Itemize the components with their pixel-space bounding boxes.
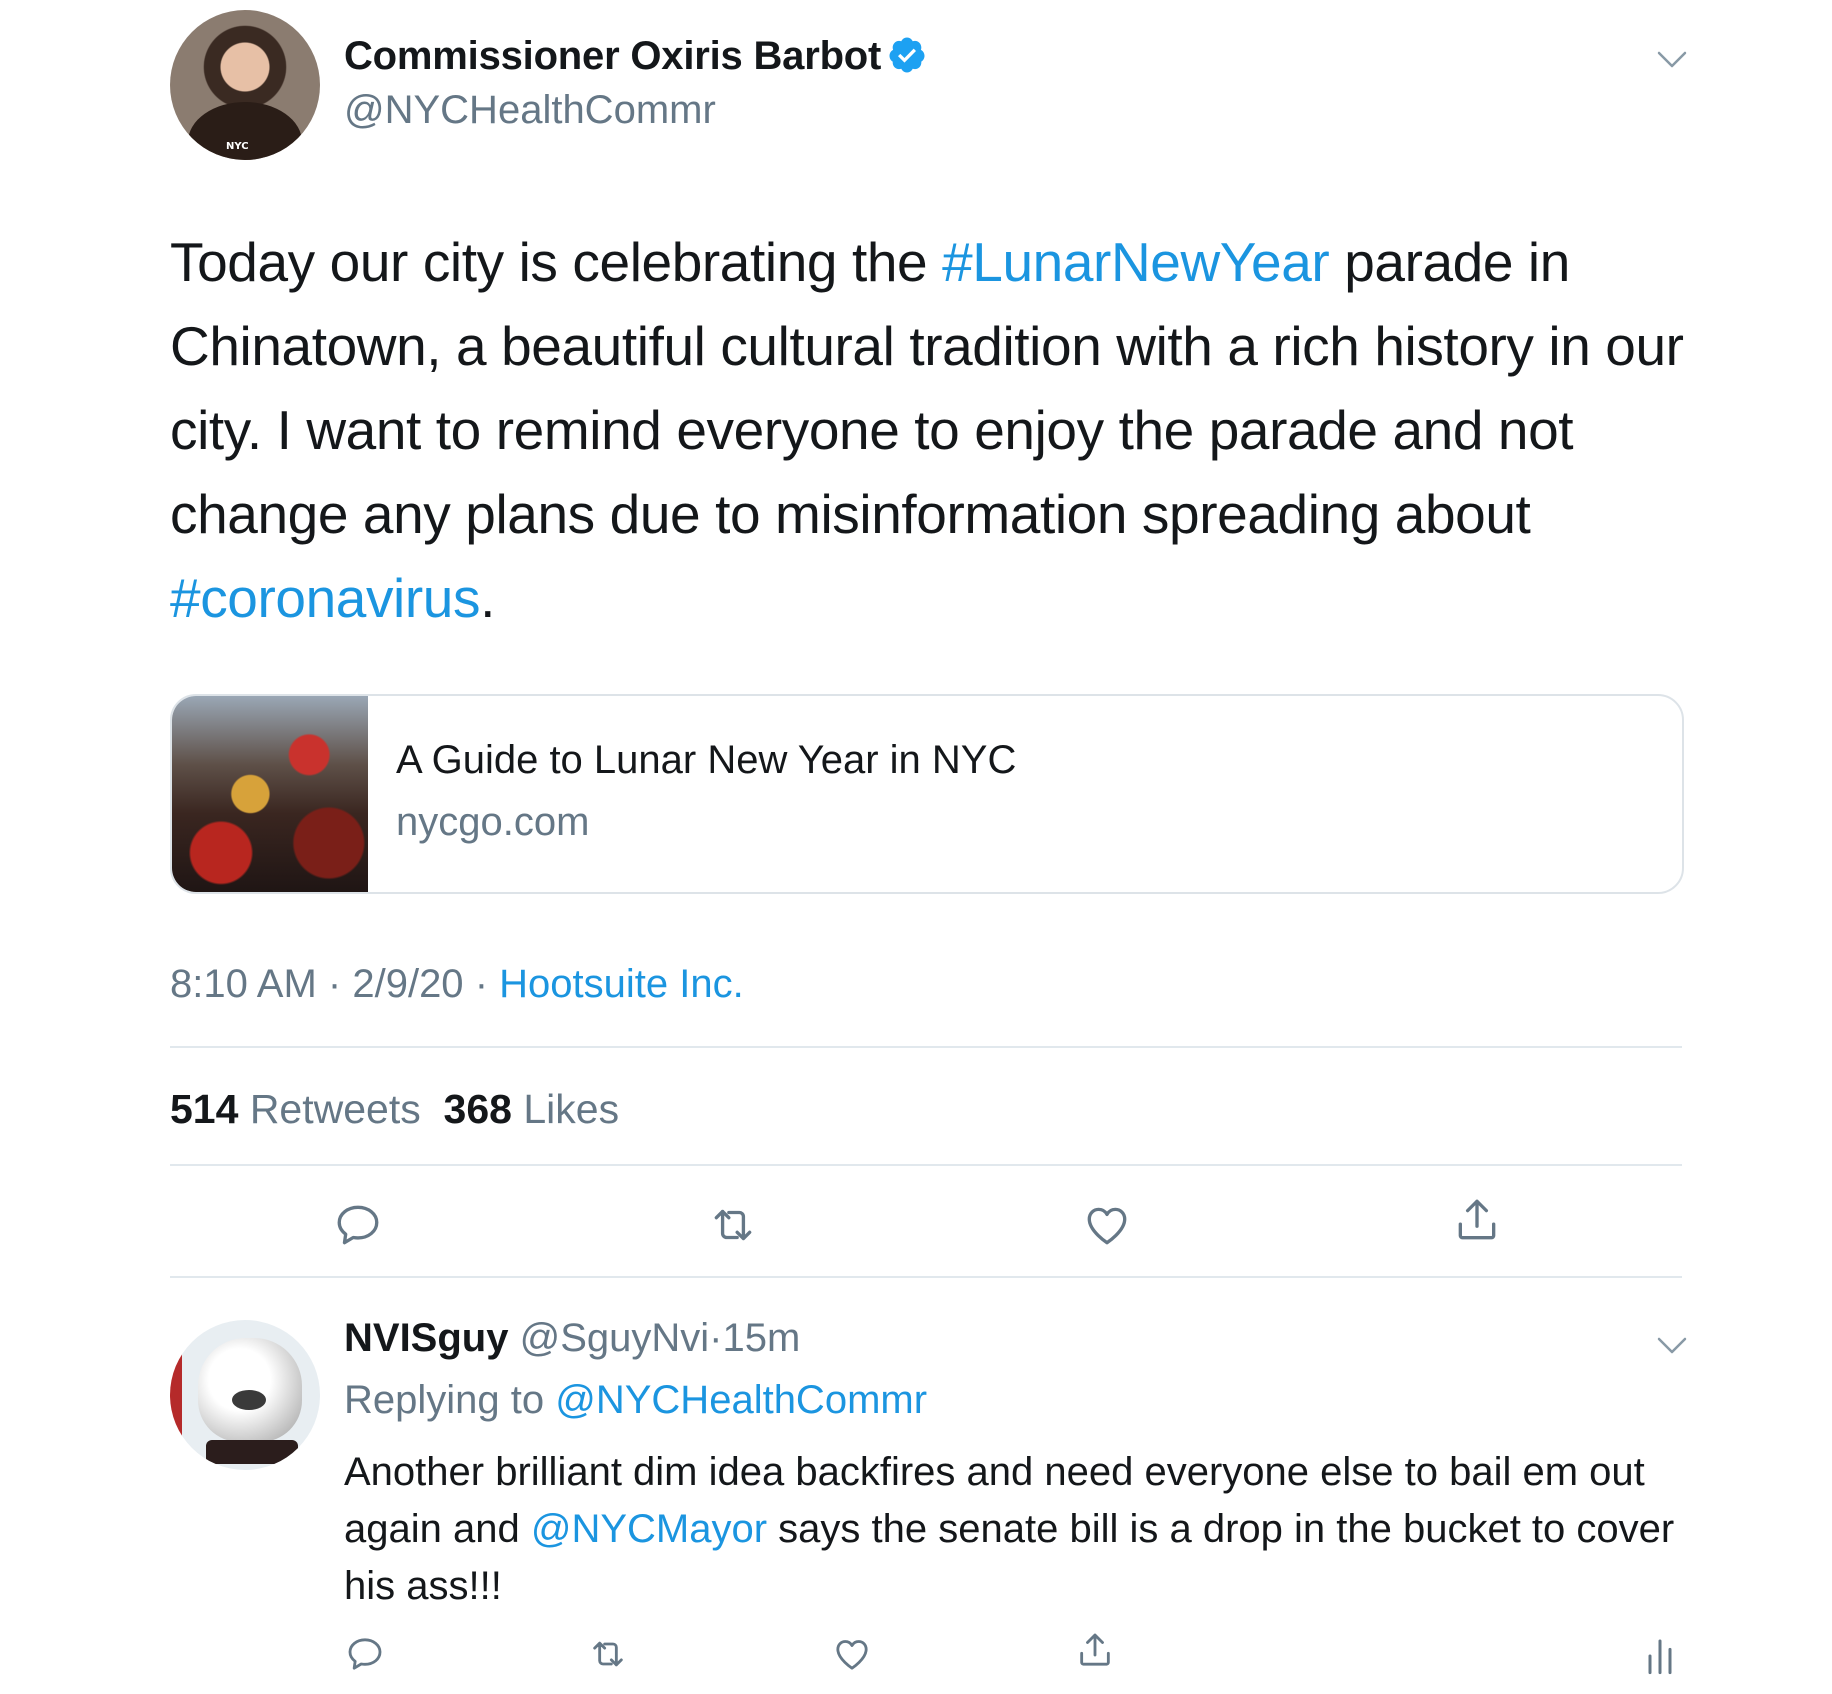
- tweet-text: Today our city is celebrating the #Lunar…: [170, 220, 1690, 640]
- tweet-source[interactable]: Hootsuite Inc.: [499, 962, 744, 1006]
- author-name[interactable]: Commissioner Oxiris Barbot: [344, 34, 881, 78]
- share-icon: [1458, 1199, 1496, 1240]
- share-icon: [1080, 1633, 1110, 1666]
- author-name-row[interactable]: Commissioner Oxiris Barbot: [344, 34, 927, 79]
- reply-author-avatar[interactable]: [170, 1320, 320, 1470]
- reply-text: Another brilliant dim idea backfires and…: [344, 1444, 1704, 1615]
- reply-icon: [348, 1638, 382, 1670]
- author-avatar[interactable]: NYC: [170, 10, 320, 160]
- retweets-stat[interactable]: 514 Retweets: [170, 1086, 421, 1132]
- retweets-count: 514: [170, 1086, 239, 1132]
- retweet-icon: [593, 1641, 623, 1667]
- chevron-down-icon[interactable]: [1656, 1336, 1688, 1356]
- card-title: A Guide to Lunar New Year in NYC: [396, 738, 1017, 782]
- chevron-down-icon[interactable]: [1656, 50, 1688, 70]
- author-handle[interactable]: @NYCHealthCommr: [344, 88, 716, 133]
- analytics-button[interactable]: [1640, 1636, 1680, 1676]
- divider: [170, 1276, 1682, 1278]
- divider: [170, 1046, 1682, 1048]
- reply-header: NVISguy @SguyNvi·15m: [344, 1316, 800, 1361]
- like-icon: [1087, 1207, 1127, 1245]
- share-button[interactable]: [1452, 1195, 1502, 1245]
- reply-button[interactable]: [333, 1200, 383, 1250]
- hashtag-link[interactable]: #LunarNewYear: [942, 231, 1330, 293]
- link-card[interactable]: A Guide to Lunar New Year in NYC nycgo.c…: [170, 694, 1684, 894]
- reply-reply-button[interactable]: [345, 1634, 385, 1674]
- like-icon: [836, 1640, 868, 1670]
- hashtag-link[interactable]: #coronavirus: [170, 567, 480, 629]
- mention-link[interactable]: @NYCMayor: [531, 1507, 767, 1551]
- retweet-button[interactable]: [708, 1200, 758, 1250]
- reply-icon: [337, 1205, 379, 1245]
- retweet-icon: [714, 1209, 752, 1241]
- tweet-date[interactable]: 2/9/20: [352, 962, 463, 1006]
- tweet-text-part: Today our city is celebrating the: [170, 231, 943, 293]
- tweet-meta: 8:10 AM · 2/9/20 · Hootsuite Inc.: [170, 962, 744, 1007]
- reply-author-name[interactable]: NVISguy: [344, 1316, 508, 1360]
- analytics-icon: [1648, 1639, 1672, 1675]
- likes-label: Likes: [523, 1086, 620, 1132]
- meta-separator: ·: [709, 1316, 723, 1360]
- verified-badge-icon: [887, 35, 927, 75]
- replying-to-handle[interactable]: @NYCHealthCommr: [555, 1378, 927, 1422]
- reply-share-button[interactable]: [1075, 1630, 1115, 1670]
- meta-separator: ·: [474, 962, 489, 1006]
- divider: [170, 1164, 1682, 1166]
- likes-count: 368: [443, 1086, 512, 1132]
- tweet-stats: 514 Retweets 368 Likes: [170, 1086, 619, 1133]
- replying-to-line: Replying to @NYCHealthCommr: [344, 1378, 927, 1423]
- avatar-badge-text: NYC: [226, 141, 249, 152]
- reply-retweet-button[interactable]: [588, 1634, 628, 1674]
- tweet-text-part: .: [480, 567, 495, 629]
- reply-author-handle[interactable]: @SguyNvi: [520, 1316, 710, 1360]
- card-domain: nycgo.com: [396, 800, 590, 844]
- avatar-dog-collar: [206, 1440, 298, 1464]
- retweets-label: Retweets: [249, 1086, 421, 1132]
- likes-stat[interactable]: 368 Likes: [444, 1086, 620, 1132]
- card-thumbnail-image: [172, 696, 368, 892]
- tweet-time[interactable]: 8:10 AM: [170, 962, 317, 1006]
- replying-prefix: Replying to: [344, 1378, 545, 1422]
- avatar-dog-nose: [232, 1390, 266, 1410]
- meta-separator: ·: [327, 962, 342, 1006]
- reply-like-button[interactable]: [832, 1634, 872, 1674]
- like-button[interactable]: [1082, 1200, 1132, 1250]
- reply-age[interactable]: 15m: [723, 1316, 801, 1360]
